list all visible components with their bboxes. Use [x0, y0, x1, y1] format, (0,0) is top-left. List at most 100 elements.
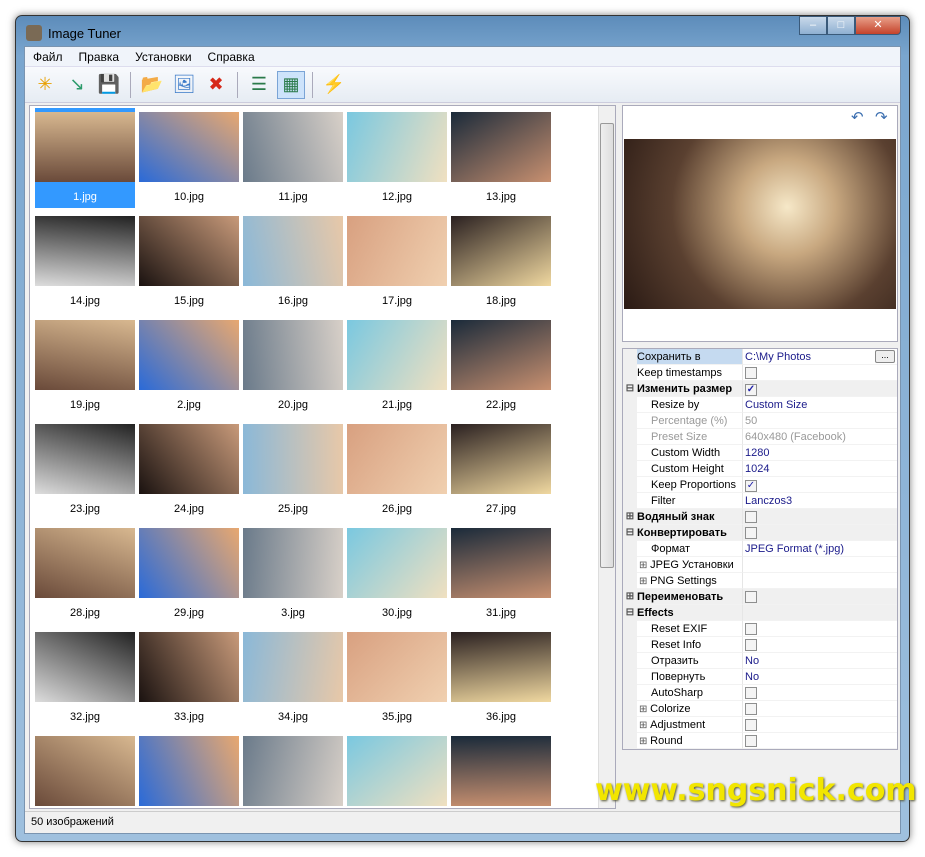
- thumbnail[interactable]: 17.jpg: [347, 212, 447, 312]
- property-value[interactable]: [743, 637, 897, 653]
- property-value[interactable]: [743, 605, 897, 621]
- thumbnail[interactable]: 19.jpg: [35, 316, 135, 416]
- details-view-button[interactable]: ☰: [245, 71, 273, 99]
- property-row[interactable]: ⊟ Конвертировать: [623, 525, 897, 541]
- property-value[interactable]: ✓: [743, 477, 897, 493]
- property-row[interactable]: Keep timestamps: [623, 365, 897, 381]
- property-value[interactable]: Lanczos3: [743, 493, 897, 509]
- redo-icon[interactable]: ↷: [875, 108, 888, 126]
- thumbnail[interactable]: 33.jpg: [139, 628, 239, 728]
- thumbnail[interactable]: 1.jpg: [35, 108, 135, 208]
- property-value[interactable]: C:\My Photos...: [743, 349, 897, 365]
- property-row[interactable]: Preset Size 640x480 (Facebook): [623, 429, 897, 445]
- property-row[interactable]: Reset EXIF: [623, 621, 897, 637]
- expand-toggle-icon[interactable]: ⊞: [623, 589, 637, 605]
- close-button[interactable]: ✕: [855, 16, 901, 35]
- image-list[interactable]: 1.jpg 10.jpg 11.jpg 12.jpg 13.jpg 14.jpg 15.jp…: [29, 105, 616, 809]
- thumbnail[interactable]: 23.jpg: [35, 420, 135, 520]
- expand-toggle-icon[interactable]: ⊞: [623, 509, 637, 525]
- checkbox[interactable]: [745, 719, 757, 731]
- thumbnail[interactable]: 2.jpg: [139, 316, 239, 416]
- minimize-button[interactable]: –: [799, 16, 827, 35]
- property-value[interactable]: [743, 365, 897, 381]
- property-value[interactable]: [743, 701, 897, 717]
- property-row[interactable]: ⊞ Colorize: [623, 701, 897, 717]
- property-value[interactable]: 1024: [743, 461, 897, 477]
- property-row[interactable]: ⊞ Round: [623, 733, 897, 749]
- thumbnail[interactable]: 25.jpg: [243, 420, 343, 520]
- property-row[interactable]: Percentage (%) 50: [623, 413, 897, 429]
- property-row[interactable]: ⊟ Изменить размер ✓: [623, 381, 897, 397]
- expand-toggle-icon[interactable]: [623, 733, 637, 749]
- property-row[interactable]: AutoSharp: [623, 685, 897, 701]
- thumbnail[interactable]: 16.jpg: [243, 212, 343, 312]
- thumbnail[interactable]: 30.jpg: [347, 524, 447, 624]
- property-value[interactable]: No: [743, 669, 897, 685]
- property-value[interactable]: 1280: [743, 445, 897, 461]
- property-row[interactable]: Повернуть No: [623, 669, 897, 685]
- process-button[interactable]: ⚡: [320, 71, 348, 99]
- menu-item[interactable]: Установки: [127, 47, 199, 66]
- expand-toggle-icon[interactable]: ⊟: [623, 605, 637, 621]
- property-value[interactable]: JPEG Format (*.jpg): [743, 541, 897, 557]
- checkbox-checked[interactable]: ✓: [745, 384, 757, 396]
- thumbnail[interactable]: [451, 732, 551, 808]
- property-value[interactable]: [743, 589, 897, 605]
- property-value[interactable]: [743, 573, 897, 589]
- property-row[interactable]: ⊟ Effects: [623, 605, 897, 621]
- property-value[interactable]: [743, 685, 897, 701]
- thumbnail[interactable]: 12.jpg: [347, 108, 447, 208]
- scrollbar-thumb[interactable]: [600, 123, 614, 568]
- undo-icon[interactable]: ↶: [851, 108, 864, 126]
- expand-plus-icon[interactable]: ⊞: [639, 704, 650, 715]
- maximize-button[interactable]: □: [827, 16, 855, 35]
- expand-plus-icon[interactable]: ⊞: [639, 720, 650, 731]
- thumbnail[interactable]: 15.jpg: [139, 212, 239, 312]
- checkbox[interactable]: [745, 527, 757, 539]
- expand-toggle-icon[interactable]: ⊟: [623, 381, 637, 397]
- open-folder-button[interactable]: 📂: [138, 71, 166, 99]
- thumbnail[interactable]: 26.jpg: [347, 420, 447, 520]
- thumbnail[interactable]: 35.jpg: [347, 628, 447, 728]
- expand-toggle-icon[interactable]: ⊟: [623, 525, 637, 541]
- menu-item[interactable]: Справка: [200, 47, 263, 66]
- property-row[interactable]: ⊞ Водяный знак: [623, 509, 897, 525]
- property-value[interactable]: [743, 525, 897, 541]
- checkbox[interactable]: [745, 623, 757, 635]
- list-scrollbar[interactable]: [598, 106, 615, 808]
- thumbnail[interactable]: 10.jpg: [139, 108, 239, 208]
- save-button[interactable]: 💾: [95, 71, 123, 99]
- thumbnail[interactable]: 29.jpg: [139, 524, 239, 624]
- checkbox[interactable]: [745, 367, 757, 379]
- thumbnail[interactable]: 22.jpg: [451, 316, 551, 416]
- expand-toggle-icon[interactable]: [623, 573, 637, 589]
- property-row[interactable]: ⊞ JPEG Установки: [623, 557, 897, 573]
- property-row[interactable]: Отразить No: [623, 653, 897, 669]
- thumbnail[interactable]: 18.jpg: [451, 212, 551, 312]
- thumbnail[interactable]: 27.jpg: [451, 420, 551, 520]
- expand-plus-icon[interactable]: ⊞: [639, 576, 650, 587]
- thumbnail[interactable]: [243, 732, 343, 808]
- add-images-button[interactable]: 🖼: [170, 71, 198, 99]
- menu-item[interactable]: Файл: [25, 47, 71, 66]
- checkbox[interactable]: [745, 591, 757, 603]
- property-row[interactable]: Filter Lanczos3: [623, 493, 897, 509]
- new-button[interactable]: ✳: [31, 71, 59, 99]
- thumbnail[interactable]: 14.jpg: [35, 212, 135, 312]
- property-value[interactable]: 50: [743, 413, 897, 429]
- thumbnail[interactable]: 32.jpg: [35, 628, 135, 728]
- thumbnail[interactable]: 20.jpg: [243, 316, 343, 416]
- property-value[interactable]: No: [743, 653, 897, 669]
- property-row[interactable]: ⊞ Adjustment: [623, 717, 897, 733]
- thumbnail-view-button[interactable]: ▦: [277, 70, 305, 99]
- property-row[interactable]: ⊞ Переименовать: [623, 589, 897, 605]
- thumbnail[interactable]: 34.jpg: [243, 628, 343, 728]
- property-row[interactable]: Custom Width 1280: [623, 445, 897, 461]
- property-row[interactable]: Custom Height 1024: [623, 461, 897, 477]
- property-value[interactable]: [743, 733, 897, 749]
- checkbox[interactable]: [745, 687, 757, 699]
- expand-toggle-icon[interactable]: [623, 557, 637, 573]
- property-row[interactable]: ⊞ PNG Settings: [623, 573, 897, 589]
- property-row[interactable]: Reset Info: [623, 637, 897, 653]
- expand-plus-icon[interactable]: ⊞: [639, 736, 650, 747]
